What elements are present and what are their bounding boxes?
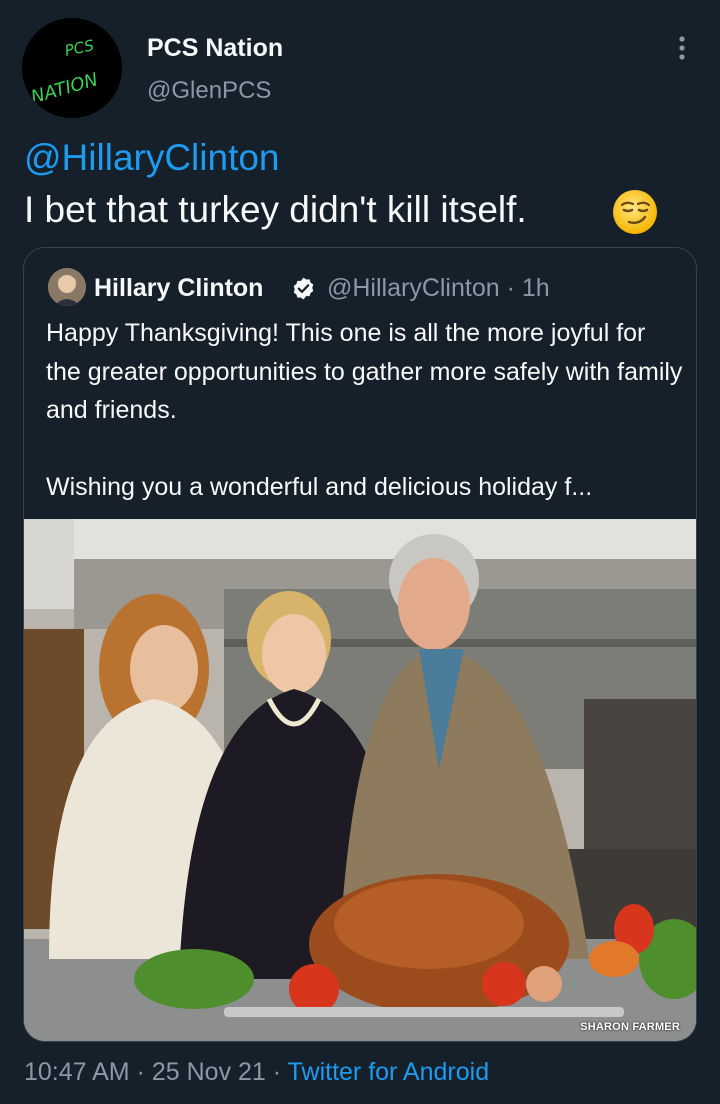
quoted-handle[interactable]: @HillaryClinton (327, 274, 500, 302)
quoted-paragraph-1: Happy Thanksgiving! This one is all the … (46, 319, 683, 424)
tweet-time[interactable]: 10:47 AM (24, 1058, 130, 1086)
quoted-tweet-text: Happy Thanksgiving! This one is all the … (46, 314, 686, 507)
quoted-tweet-card[interactable]: Hillary Clinton @HillaryClinton · 1h Hap… (23, 247, 697, 1042)
timestamp-row: 10:47 AM · 25 Nov 21 · Twitter for Andro… (24, 1058, 489, 1087)
quoted-display-name[interactable]: Hillary Clinton (94, 274, 263, 303)
quoted-paragraph-2: Wishing you a wonderful and delicious ho… (46, 473, 593, 501)
author-handle[interactable]: @GlenPCS (147, 77, 271, 105)
quoted-author-avatar[interactable] (48, 268, 86, 306)
quoted-handle-line: @HillaryClinton · 1h (327, 274, 550, 303)
more-vertical-icon[interactable] (670, 32, 694, 64)
author-display-name[interactable]: PCS Nation (147, 34, 283, 63)
author-avatar[interactable]: PCS NATION (22, 18, 122, 118)
smirking-face-emoji (613, 190, 657, 234)
verified-badge-icon (293, 277, 314, 300)
mention-link[interactable]: @HillaryClinton (24, 137, 280, 179)
photo-credit: SHARON FARMER (580, 1021, 680, 1033)
tweet-date[interactable]: 25 Nov 21 (152, 1058, 266, 1086)
tweet-source-link[interactable]: Twitter for Android (288, 1058, 489, 1086)
separator: · (272, 1058, 282, 1086)
quoted-photo[interactable]: SHARON FARMER (24, 519, 696, 1041)
tweet-text: I bet that turkey didn't kill itself. (24, 189, 527, 230)
quoted-age: · 1h (506, 274, 550, 302)
separator: · (136, 1058, 145, 1086)
